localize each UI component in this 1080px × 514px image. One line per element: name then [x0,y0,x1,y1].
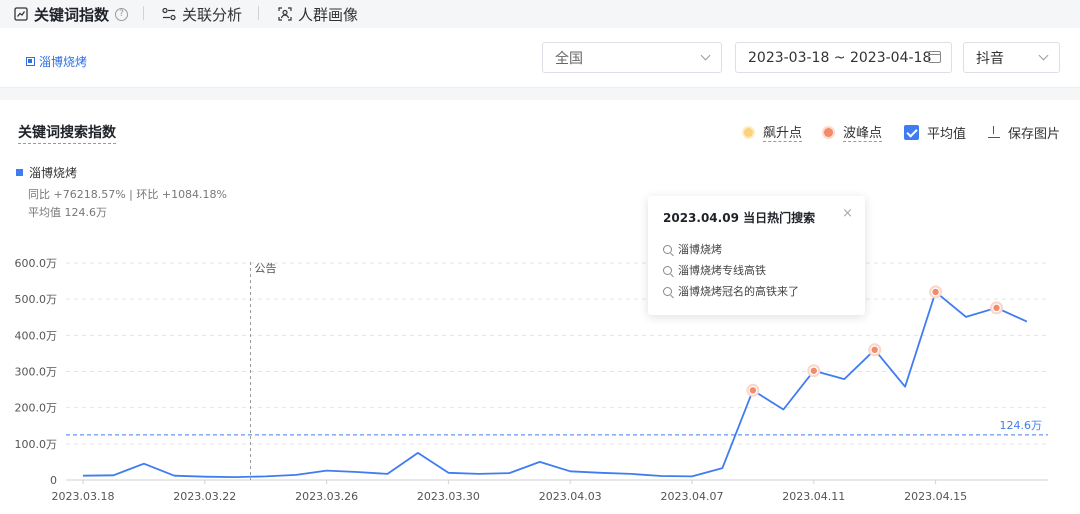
average-line-label: 124.6万 [1000,419,1043,432]
hot-search-text: 淄博烧烤专线高铁 [678,264,766,277]
hot-search-item[interactable]: 淄博烧烤专线高铁 [663,262,766,278]
y-tick-label: 300.0万 [15,366,58,379]
y-tick-label: 600.0万 [15,257,58,270]
y-tick-label: 500.0万 [15,293,58,306]
series-line [82,290,1028,479]
tooltip-title: 2023.04.09 当日热门搜索 [663,211,816,225]
x-tick-label: 2023.04.07 [661,490,724,503]
x-tick-label: 2023.03.22 [173,490,236,503]
y-tick-label: 200.0万 [15,402,58,415]
hot-search-item[interactable]: 淄博烧烤冠名的高铁来了 [663,283,799,299]
peak-point [931,287,940,297]
x-tick-label: 2023.03.18 [52,490,115,503]
peak-point [870,345,880,355]
x-tick-label: 2023.03.30 [417,490,480,503]
y-tick-label: 400.0万 [15,329,58,342]
peak-point [748,385,758,395]
y-tick-label: 0 [50,474,57,487]
line-chart: 124.6万 公告 0 100.0万 200.0万 300.0万 400.0万 500.0… [15,257,1048,503]
announcement-label: 公告 [254,262,276,275]
close-icon[interactable]: × [842,206,853,221]
x-tick-label: 2023.04.11 [782,490,845,503]
hot-search-item[interactable]: 淄博烧烤 [663,241,722,257]
search-icon [663,265,672,275]
hot-search-text: 淄博烧烤冠名的高铁来了 [678,285,799,298]
x-tick-label: 2023.04.03 [539,490,602,503]
peak-point [809,366,819,376]
x-tick-label: 2023.04.15 [904,490,967,503]
hot-search-tooltip: 2023.04.09 当日热门搜索 × 淄博烧烤 淄博烧烤专线高铁 淄博烧烤冠名… [648,196,865,315]
y-tick-label: 100.0万 [15,438,58,451]
search-icon [663,286,672,296]
peak-point [992,303,1001,313]
x-tick-label: 2023.03.26 [295,490,358,503]
search-icon [663,244,672,254]
hot-search-text: 淄博烧烤 [678,243,722,256]
